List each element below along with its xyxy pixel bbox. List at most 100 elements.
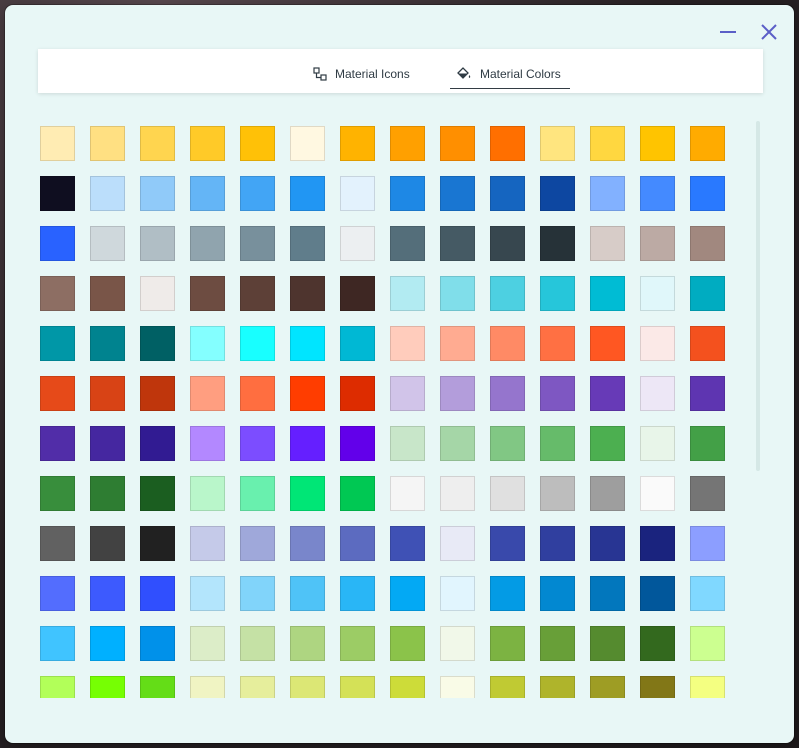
color-swatch[interactable]: [340, 676, 375, 698]
color-swatch[interactable]: [540, 676, 575, 698]
color-swatch[interactable]: [540, 526, 575, 561]
color-swatch[interactable]: [390, 376, 425, 411]
color-swatch[interactable]: [440, 176, 475, 211]
color-swatch[interactable]: [490, 376, 525, 411]
color-swatch[interactable]: [590, 176, 625, 211]
color-swatch[interactable]: [590, 676, 625, 698]
color-swatch[interactable]: [340, 276, 375, 311]
color-swatch[interactable]: [390, 576, 425, 611]
color-swatch[interactable]: [540, 626, 575, 661]
tab-material-colors[interactable]: Material Colors: [450, 59, 570, 89]
color-swatch[interactable]: [440, 476, 475, 511]
color-swatch[interactable]: [390, 626, 425, 661]
color-swatch[interactable]: [140, 126, 175, 161]
color-swatch[interactable]: [140, 676, 175, 698]
minimize-button[interactable]: [713, 17, 743, 47]
color-swatch[interactable]: [340, 526, 375, 561]
color-swatch[interactable]: [90, 476, 125, 511]
color-swatch[interactable]: [340, 126, 375, 161]
color-swatch[interactable]: [690, 426, 725, 461]
color-swatch[interactable]: [540, 476, 575, 511]
color-swatch[interactable]: [240, 276, 275, 311]
vertical-scrollbar[interactable]: [756, 121, 760, 471]
color-swatch[interactable]: [190, 126, 225, 161]
color-swatch[interactable]: [40, 226, 75, 261]
color-swatch[interactable]: [590, 326, 625, 361]
color-swatch[interactable]: [690, 226, 725, 261]
color-swatch[interactable]: [540, 376, 575, 411]
color-swatch[interactable]: [490, 626, 525, 661]
color-swatch[interactable]: [190, 526, 225, 561]
color-swatch[interactable]: [390, 526, 425, 561]
color-swatch[interactable]: [490, 426, 525, 461]
color-swatch[interactable]: [140, 626, 175, 661]
color-swatch[interactable]: [240, 226, 275, 261]
color-swatch[interactable]: [40, 176, 75, 211]
color-swatch[interactable]: [590, 276, 625, 311]
color-swatch[interactable]: [90, 326, 125, 361]
color-swatch[interactable]: [290, 226, 325, 261]
color-swatch[interactable]: [140, 476, 175, 511]
color-swatch[interactable]: [40, 376, 75, 411]
color-swatch[interactable]: [440, 576, 475, 611]
color-swatch[interactable]: [390, 676, 425, 698]
color-swatch[interactable]: [540, 576, 575, 611]
color-swatch[interactable]: [140, 576, 175, 611]
color-swatch[interactable]: [540, 276, 575, 311]
color-swatch[interactable]: [640, 476, 675, 511]
color-swatch[interactable]: [290, 526, 325, 561]
color-swatch[interactable]: [290, 376, 325, 411]
color-swatch[interactable]: [590, 126, 625, 161]
color-swatch[interactable]: [640, 676, 675, 698]
color-swatch[interactable]: [40, 676, 75, 698]
color-swatch[interactable]: [390, 426, 425, 461]
color-swatch[interactable]: [90, 126, 125, 161]
color-swatch[interactable]: [440, 276, 475, 311]
color-swatch[interactable]: [690, 326, 725, 361]
color-swatch[interactable]: [390, 226, 425, 261]
color-swatch[interactable]: [640, 326, 675, 361]
color-swatch[interactable]: [240, 126, 275, 161]
color-swatch[interactable]: [190, 476, 225, 511]
color-swatch[interactable]: [440, 426, 475, 461]
color-swatch[interactable]: [440, 626, 475, 661]
color-swatch[interactable]: [140, 526, 175, 561]
color-swatch[interactable]: [390, 326, 425, 361]
color-swatch[interactable]: [640, 526, 675, 561]
color-swatch[interactable]: [490, 576, 525, 611]
color-swatch[interactable]: [490, 126, 525, 161]
color-swatch[interactable]: [90, 426, 125, 461]
color-swatch[interactable]: [240, 676, 275, 698]
color-swatch[interactable]: [140, 426, 175, 461]
color-swatch[interactable]: [340, 326, 375, 361]
color-swatch[interactable]: [90, 676, 125, 698]
color-swatch[interactable]: [190, 226, 225, 261]
color-swatch[interactable]: [690, 176, 725, 211]
color-swatch[interactable]: [640, 626, 675, 661]
color-swatch[interactable]: [440, 376, 475, 411]
color-swatch[interactable]: [690, 376, 725, 411]
color-swatch[interactable]: [240, 326, 275, 361]
color-swatch[interactable]: [90, 576, 125, 611]
color-swatch[interactable]: [690, 476, 725, 511]
color-swatch[interactable]: [240, 176, 275, 211]
color-swatch[interactable]: [590, 576, 625, 611]
color-swatch[interactable]: [490, 476, 525, 511]
color-swatch[interactable]: [590, 626, 625, 661]
color-swatch[interactable]: [190, 426, 225, 461]
color-swatch[interactable]: [390, 176, 425, 211]
color-swatch[interactable]: [540, 326, 575, 361]
color-swatch[interactable]: [390, 126, 425, 161]
color-swatch[interactable]: [90, 226, 125, 261]
color-swatch[interactable]: [590, 476, 625, 511]
color-swatch[interactable]: [190, 626, 225, 661]
color-swatch[interactable]: [590, 226, 625, 261]
color-swatch[interactable]: [390, 276, 425, 311]
color-swatch[interactable]: [290, 326, 325, 361]
color-swatch[interactable]: [40, 526, 75, 561]
color-swatch[interactable]: [290, 276, 325, 311]
color-swatch[interactable]: [40, 576, 75, 611]
color-swatch[interactable]: [190, 176, 225, 211]
color-swatch[interactable]: [90, 626, 125, 661]
color-swatch[interactable]: [190, 576, 225, 611]
